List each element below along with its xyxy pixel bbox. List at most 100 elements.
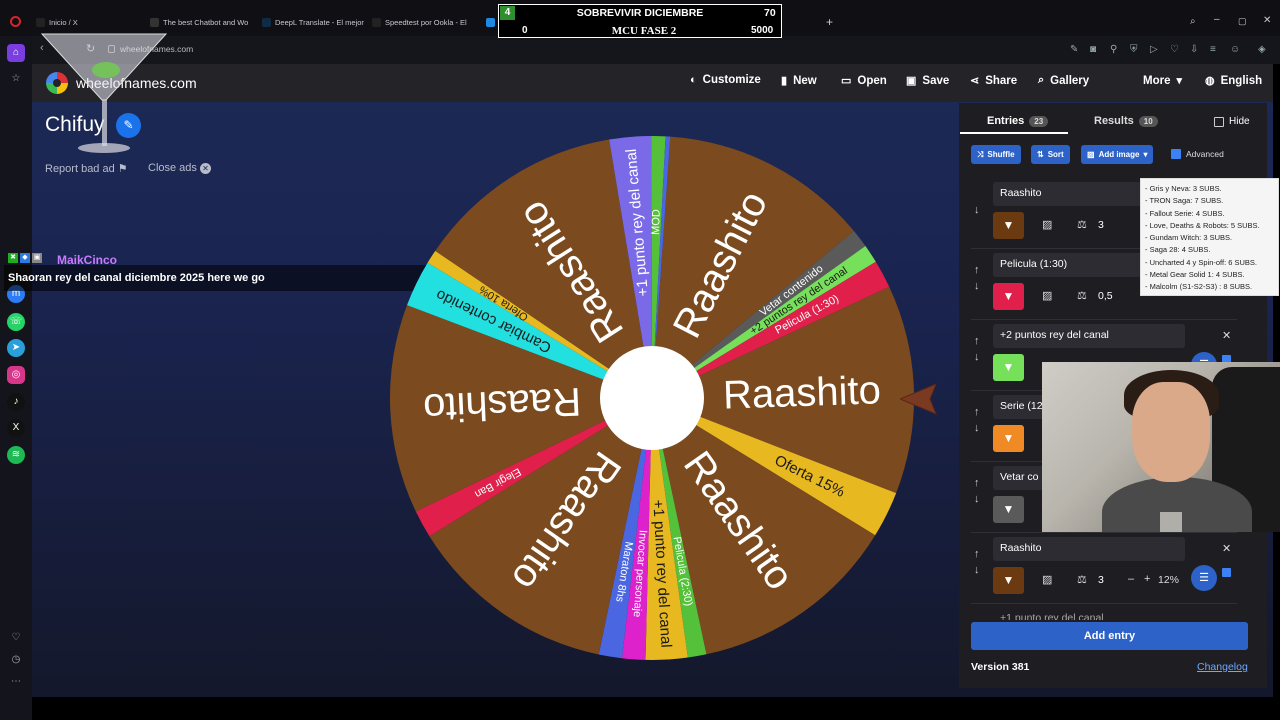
nav-save-button[interactable]: ▣ Save [906, 74, 949, 88]
move-down-icon[interactable]: ↓ [974, 564, 980, 576]
profile-icon[interactable]: ☺ [1230, 44, 1240, 55]
close-ads-label: Close ads [148, 162, 197, 174]
minimize-icon[interactable]: – [1214, 14, 1220, 25]
color-swatch-button[interactable]: ▼ [993, 496, 1024, 523]
move-down-icon[interactable]: ↓ [974, 493, 980, 505]
hide-checkbox[interactable] [1214, 116, 1224, 127]
nav-label: Customize [702, 74, 761, 86]
home-icon[interactable]: ⌂ [7, 44, 25, 62]
browser-tab[interactable]: The best Chatbot and Wo [150, 14, 254, 30]
instagram-icon[interactable]: ◎ [7, 366, 25, 384]
tab-entries[interactable]: Entries 23 [987, 115, 1049, 127]
nav-new-button[interactable]: ▮ New [781, 74, 817, 88]
nav-label: Gallery [1050, 74, 1090, 87]
sort-label: Sort [1047, 150, 1064, 159]
whatsapp-icon[interactable]: ☏ [7, 313, 25, 331]
maximize-icon[interactable]: ▢ [1238, 16, 1247, 27]
history-icon[interactable]: ◷ [7, 651, 25, 669]
increase-weight-button[interactable]: + [1144, 573, 1150, 585]
add-entry-button[interactable]: Add entry [971, 622, 1248, 650]
tab-results[interactable]: Results 10 [1094, 115, 1158, 127]
remove-entry-icon[interactable]: ✕ [1222, 329, 1231, 342]
search-tabs-icon[interactable]: ⌕ [1190, 16, 1196, 27]
shuffle-button[interactable]: ⤨ Shuffle [971, 145, 1021, 164]
changelog-link[interactable]: Changelog [1197, 661, 1248, 673]
webcam-overlay [1042, 362, 1280, 532]
tiktok-icon[interactable]: ♪ [7, 393, 25, 411]
close-ads-link[interactable]: Close ads ✕ [148, 162, 211, 174]
x-icon[interactable]: X [7, 419, 25, 437]
telegram-icon[interactable]: ➤ [7, 339, 25, 357]
color-swatch-button[interactable]: ▼ [993, 283, 1024, 310]
browser-tab[interactable]: Speedtest por Ookla - El [372, 14, 476, 30]
color-swatch-button[interactable]: ▼ [993, 212, 1024, 239]
heart-icon[interactable]: ♡ [7, 629, 25, 647]
nav-open-button[interactable]: ▭ Open [841, 74, 887, 88]
tab-favicon-icon [36, 17, 45, 27]
new-tab-icon[interactable]: + [826, 15, 833, 29]
move-down-icon[interactable]: ↓ [974, 204, 980, 216]
advanced-checkbox[interactable] [1171, 149, 1181, 159]
report-bad-ad-link[interactable]: Report bad ad ⚑ [45, 162, 128, 175]
player-icon[interactable]: ▷ [1150, 44, 1158, 55]
weight-value[interactable]: 3 [1098, 574, 1104, 586]
nav-gallery-button[interactable]: ⌕ Gallery [1038, 74, 1089, 87]
color-swatch-button[interactable]: ▼ [993, 425, 1024, 452]
nav-more-button[interactable]: More ▾ [1143, 74, 1182, 88]
martini-glass-overlay [40, 33, 168, 153]
image-icon[interactable]: ▨ [1042, 289, 1052, 302]
browser-tab[interactable]: Inicio / X [36, 14, 140, 30]
nav-share-button[interactable]: ⋖ Share [970, 74, 1017, 88]
move-up-icon[interactable]: ↑ [974, 264, 980, 276]
advanced-toggle[interactable]: Advanced [1171, 149, 1224, 159]
browser-tab[interactable]: DeepL Translate - El mejor [262, 14, 366, 30]
wheel-center[interactable] [600, 346, 704, 450]
subs-list-line: - Malcolm (S1-S2-S3) : 8 SUBS. [1145, 282, 1253, 292]
entry-name-text: Raashito [1000, 187, 1042, 199]
more-icon[interactable]: ⋯ [7, 673, 25, 691]
add-image-button[interactable]: ▨ Add image ▾ [1081, 145, 1154, 164]
move-down-icon[interactable]: ↓ [974, 280, 980, 292]
extension-icon[interactable]: ⚲ [1110, 44, 1117, 55]
move-up-icon[interactable]: ↑ [974, 477, 980, 489]
shield-icon[interactable]: ⛨ [1130, 44, 1138, 55]
entry-name-text: Pelicula (1:30) [1000, 258, 1068, 270]
download-icon[interactable]: ⇩ [1190, 44, 1198, 55]
spotify-icon[interactable]: ≋ [7, 446, 25, 464]
move-down-icon[interactable]: ↓ [974, 422, 980, 434]
remove-entry-icon[interactable]: ✕ [1222, 542, 1231, 555]
image-icon[interactable]: ▨ [1042, 218, 1052, 231]
entry-enabled-checkbox[interactable] [1222, 568, 1231, 577]
flag-icon: ⚑ [117, 163, 128, 175]
close-window-icon[interactable]: ✕ [1263, 15, 1271, 26]
star-icon[interactable]: ☆ [7, 70, 25, 88]
report-bad-ad-label: Report bad ad [45, 163, 115, 175]
move-up-icon[interactable]: ↑ [974, 406, 980, 418]
nav-customize-button[interactable]: ◐ Customize [690, 74, 761, 86]
opera-ai-icon[interactable]: ◈ [1258, 44, 1266, 55]
sort-button[interactable]: ⇅ Sort [1031, 145, 1070, 164]
move-up-icon[interactable]: ↑ [974, 335, 980, 347]
heart-icon[interactable]: ♡ [1170, 44, 1179, 55]
menu-icon[interactable]: ≡ [1210, 44, 1216, 55]
subs-list-line: - Gris y Neva: 3 SUBS. [1145, 184, 1222, 193]
color-swatch-button[interactable]: ▼ [993, 354, 1024, 381]
color-swatch-button[interactable]: ▼ [993, 567, 1024, 594]
sort-icon: ⇅ [1037, 150, 1044, 159]
entry-name-text: Raashito [1000, 542, 1042, 554]
wheel[interactable]: RaashitoVetar contenido+2 puntos rey del… [382, 128, 922, 668]
file-icon: ▮ [781, 75, 788, 87]
weight-value[interactable]: 0,5 [1098, 290, 1113, 302]
nav-english-button[interactable]: ◍ English [1205, 74, 1262, 88]
edit-page-icon[interactable]: ✎ [1070, 44, 1078, 55]
move-up-icon[interactable]: ↑ [974, 548, 980, 560]
hide-toggle[interactable]: Hide [1214, 116, 1250, 127]
tab-results-label: Results [1094, 115, 1134, 127]
weight-value[interactable]: 3 [1098, 219, 1104, 231]
decrease-weight-button[interactable]: – [1128, 573, 1134, 585]
camera-icon[interactable]: ◙ [1090, 44, 1096, 55]
opera-logo-icon[interactable] [10, 16, 21, 27]
image-icon[interactable]: ▨ [1042, 573, 1052, 586]
entry-settings-button[interactable]: ☰ [1191, 565, 1217, 591]
move-down-icon[interactable]: ↓ [974, 351, 980, 363]
